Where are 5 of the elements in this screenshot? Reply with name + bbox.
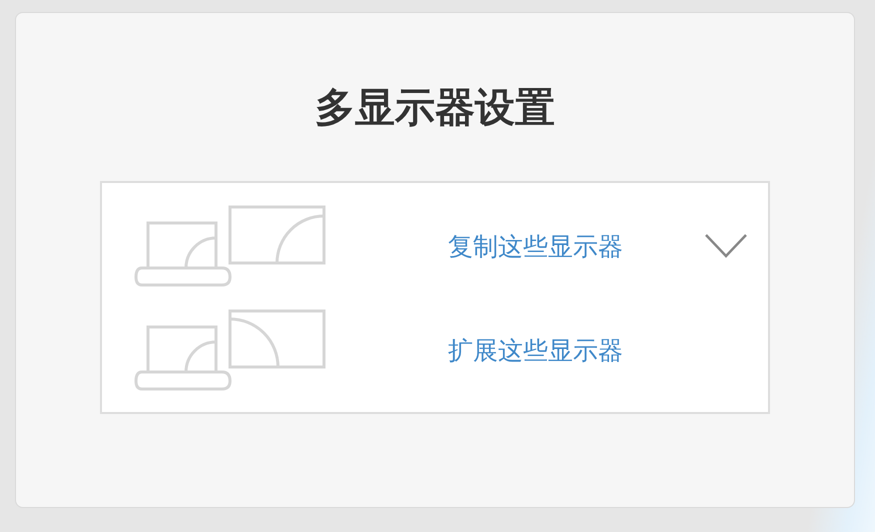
dropdown-option[interactable]: 复制这些显示器 — [448, 230, 648, 262]
chevron-down-icon[interactable] — [704, 233, 748, 259]
dropdown-option[interactable]: 扩展这些显示器 — [448, 334, 648, 366]
dialog-title: 多显示器设置 — [315, 85, 555, 131]
display-mode-dropdown[interactable]: 复制这些显示器 扩展这些显示器 — [100, 181, 770, 414]
